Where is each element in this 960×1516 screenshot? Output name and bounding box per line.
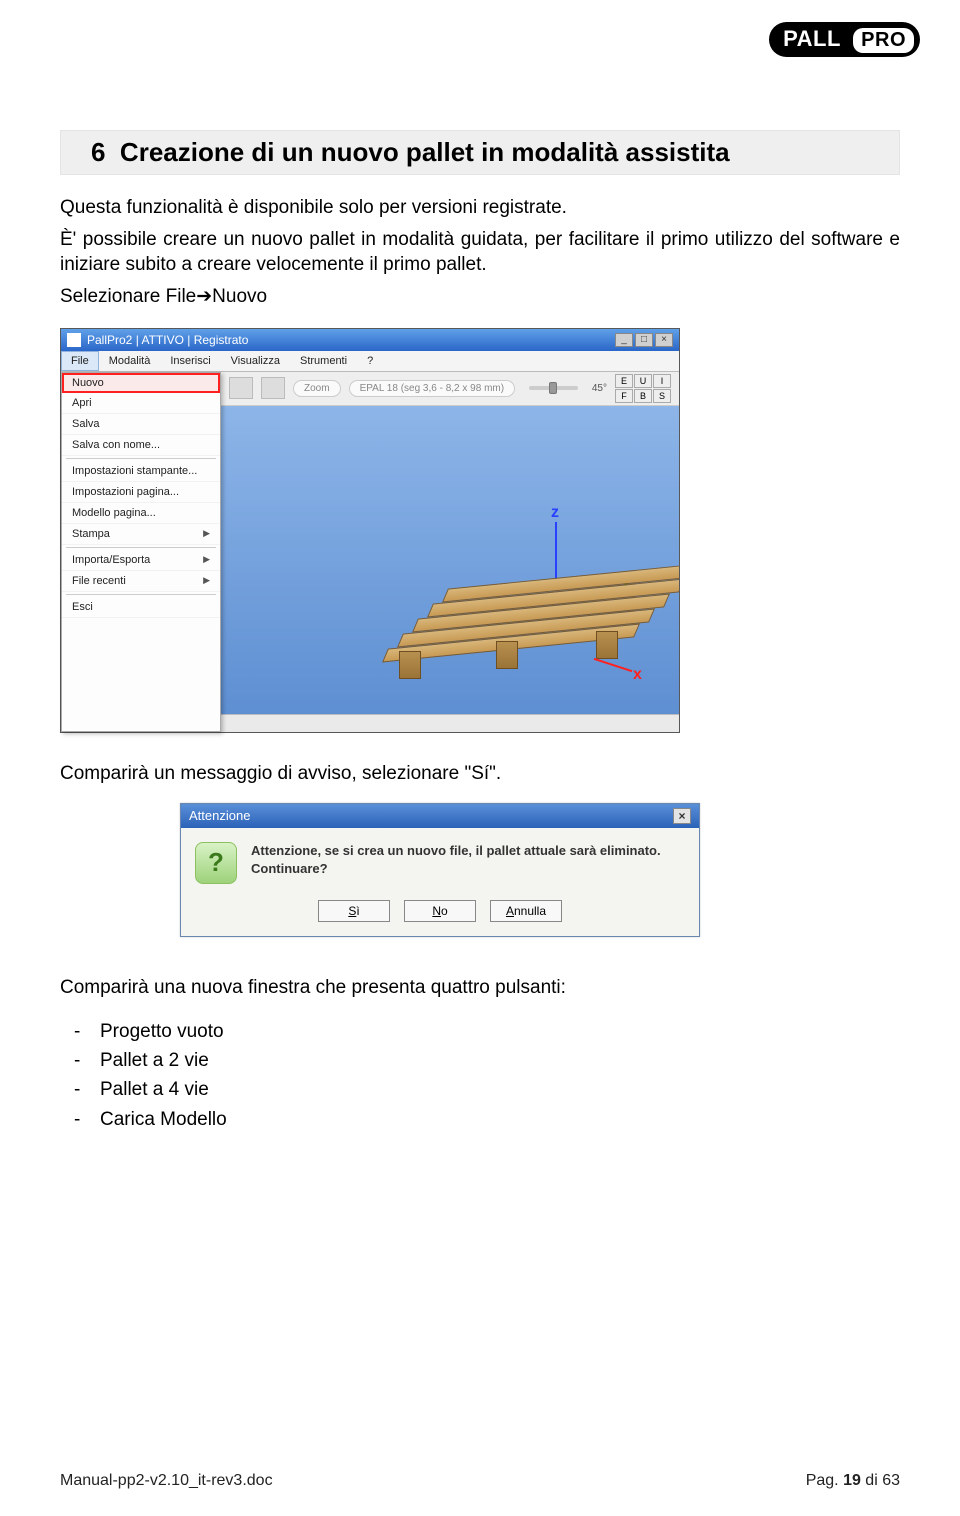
menu-item-file-recenti[interactable]: File recenti▶ [62, 571, 220, 592]
axis-x-label: x [633, 666, 642, 684]
close-button[interactable]: × [655, 333, 673, 347]
page-footer: Manual-pp2-v2.10_it-rev3.doc Pag. 19 di … [60, 1472, 900, 1490]
dialog-titlebar: Attenzione × [181, 804, 699, 828]
chevron-right-icon: ▶ [203, 528, 210, 539]
app-titlebar: PallPro2 | ATTIVO | Registrato _ □ × [61, 329, 679, 351]
option-item: Progetto vuoto [100, 1017, 900, 1046]
menubar: File Modalità Inserisci Visualizza Strum… [61, 351, 679, 372]
menu-separator [66, 547, 216, 548]
warning-dialog: Attenzione × ? Attenzione, se si crea un… [180, 803, 700, 937]
angle-value: 45° [592, 383, 607, 394]
view-btn-b[interactable]: B [634, 389, 652, 403]
footer-page: Pag. 19 di 63 [806, 1472, 900, 1490]
menu-separator [66, 458, 216, 459]
brand-logo: PALL PRO [769, 22, 920, 57]
options-intro: Comparirà una nuova finestra che present… [60, 977, 900, 999]
dialog-title: Attenzione [189, 808, 250, 823]
dialog-cancel-button[interactable]: Annulla [490, 900, 562, 922]
app-window: PallPro2 | ATTIVO | Registrato _ □ × Fil… [60, 328, 680, 733]
view-btn-f[interactable]: F [615, 389, 633, 403]
menu-strumenti[interactable]: Strumenti [290, 351, 357, 371]
view-btn-s[interactable]: S [653, 389, 671, 403]
brand-right: PRO [853, 28, 914, 53]
option-item: Pallet a 4 vie [100, 1075, 900, 1104]
minimize-button[interactable]: _ [615, 333, 633, 347]
wood-selector[interactable]: EPAL 18 (seg 3,6 - 8,2 x 98 mm) [349, 380, 516, 397]
menu-item-apri[interactable]: Apri [62, 393, 220, 414]
view-btn-i[interactable]: I [653, 374, 671, 388]
menu-item-salva-con-nome[interactable]: Salva con nome... [62, 435, 220, 456]
view-buttons: E U I F B S [615, 374, 671, 403]
option-item: Carica Modello [100, 1105, 900, 1134]
question-icon: ? [195, 842, 237, 884]
menu-item-imp-stampante[interactable]: Impostazioni stampante... [62, 461, 220, 482]
menu-item-nuovo[interactable]: Nuovo [62, 373, 220, 393]
axis-z-label: z [551, 504, 559, 522]
options-list: Progetto vuoto Pallet a 2 vie Pallet a 4… [60, 1017, 900, 1135]
menu-file[interactable]: File [61, 351, 99, 371]
menu-item-modello-pagina[interactable]: Modello pagina... [62, 503, 220, 524]
app-icon [67, 333, 81, 347]
intro-p1: Questa funzionalità è disponibile solo p… [60, 195, 900, 221]
toolbar-button[interactable] [261, 377, 285, 399]
menu-item-salva[interactable]: Salva [62, 414, 220, 435]
toolbar-button[interactable] [229, 377, 253, 399]
menu-item-importa-esporta[interactable]: Importa/Esporta▶ [62, 550, 220, 571]
mid-paragraph: Comparirà un messaggio di avviso, selezi… [60, 763, 900, 785]
pallet-3d-model: z y x [371, 496, 671, 696]
menu-modalita[interactable]: Modalità [99, 351, 161, 371]
dialog-close-button[interactable]: × [673, 808, 691, 824]
menu-item-esci[interactable]: Esci [62, 597, 220, 618]
dialog-no-button[interactable]: No [404, 900, 476, 922]
menu-separator [66, 594, 216, 595]
file-dropdown: Nuovo Apri Salva Salva con nome... Impos… [61, 372, 221, 732]
toolbar: Zoom EPAL 18 (seg 3,6 - 8,2 x 98 mm) 45°… [221, 372, 679, 406]
menu-help[interactable]: ? [357, 351, 383, 371]
section-heading: 6 Creazione di un nuovo pallet in modali… [60, 130, 900, 175]
angle-slider[interactable] [529, 386, 578, 390]
chevron-right-icon: ▶ [203, 554, 210, 565]
pallet-block [596, 631, 618, 659]
view-btn-u[interactable]: U [634, 374, 652, 388]
view-btn-e[interactable]: E [615, 374, 633, 388]
slider-thumb[interactable] [549, 382, 557, 394]
option-item: Pallet a 2 vie [100, 1046, 900, 1075]
pallet-block [496, 641, 518, 669]
app-title-text: PallPro2 | ATTIVO | Registrato [87, 333, 248, 347]
footer-docname: Manual-pp2-v2.10_it-rev3.doc [60, 1472, 273, 1490]
statusbar [221, 714, 679, 732]
intro-p2: È' possibile creare un nuovo pallet in m… [60, 227, 900, 278]
pallet-block [399, 651, 421, 679]
menu-item-stampa[interactable]: Stampa▶ [62, 524, 220, 545]
brand-left: PALL [783, 26, 840, 51]
dialog-yes-button[interactable]: Sì [318, 900, 390, 922]
maximize-button[interactable]: □ [635, 333, 653, 347]
menu-visualizza[interactable]: Visualizza [221, 351, 290, 371]
menu-inserisci[interactable]: Inserisci [160, 351, 220, 371]
dialog-line2: Continuare? [251, 860, 661, 878]
dialog-message: Attenzione, se si crea un nuovo file, il… [251, 842, 661, 878]
intro-p3: Selezionare File➔Nuovo [60, 284, 900, 310]
3d-viewport[interactable]: z y x [221, 406, 679, 714]
workarea: Zoom EPAL 18 (seg 3,6 - 8,2 x 98 mm) 45°… [221, 372, 679, 732]
dialog-line1: Attenzione, se si crea un nuovo file, il… [251, 842, 661, 860]
zoom-label[interactable]: Zoom [293, 380, 341, 397]
chevron-right-icon: ▶ [203, 575, 210, 586]
menu-item-imp-pagina[interactable]: Impostazioni pagina... [62, 482, 220, 503]
